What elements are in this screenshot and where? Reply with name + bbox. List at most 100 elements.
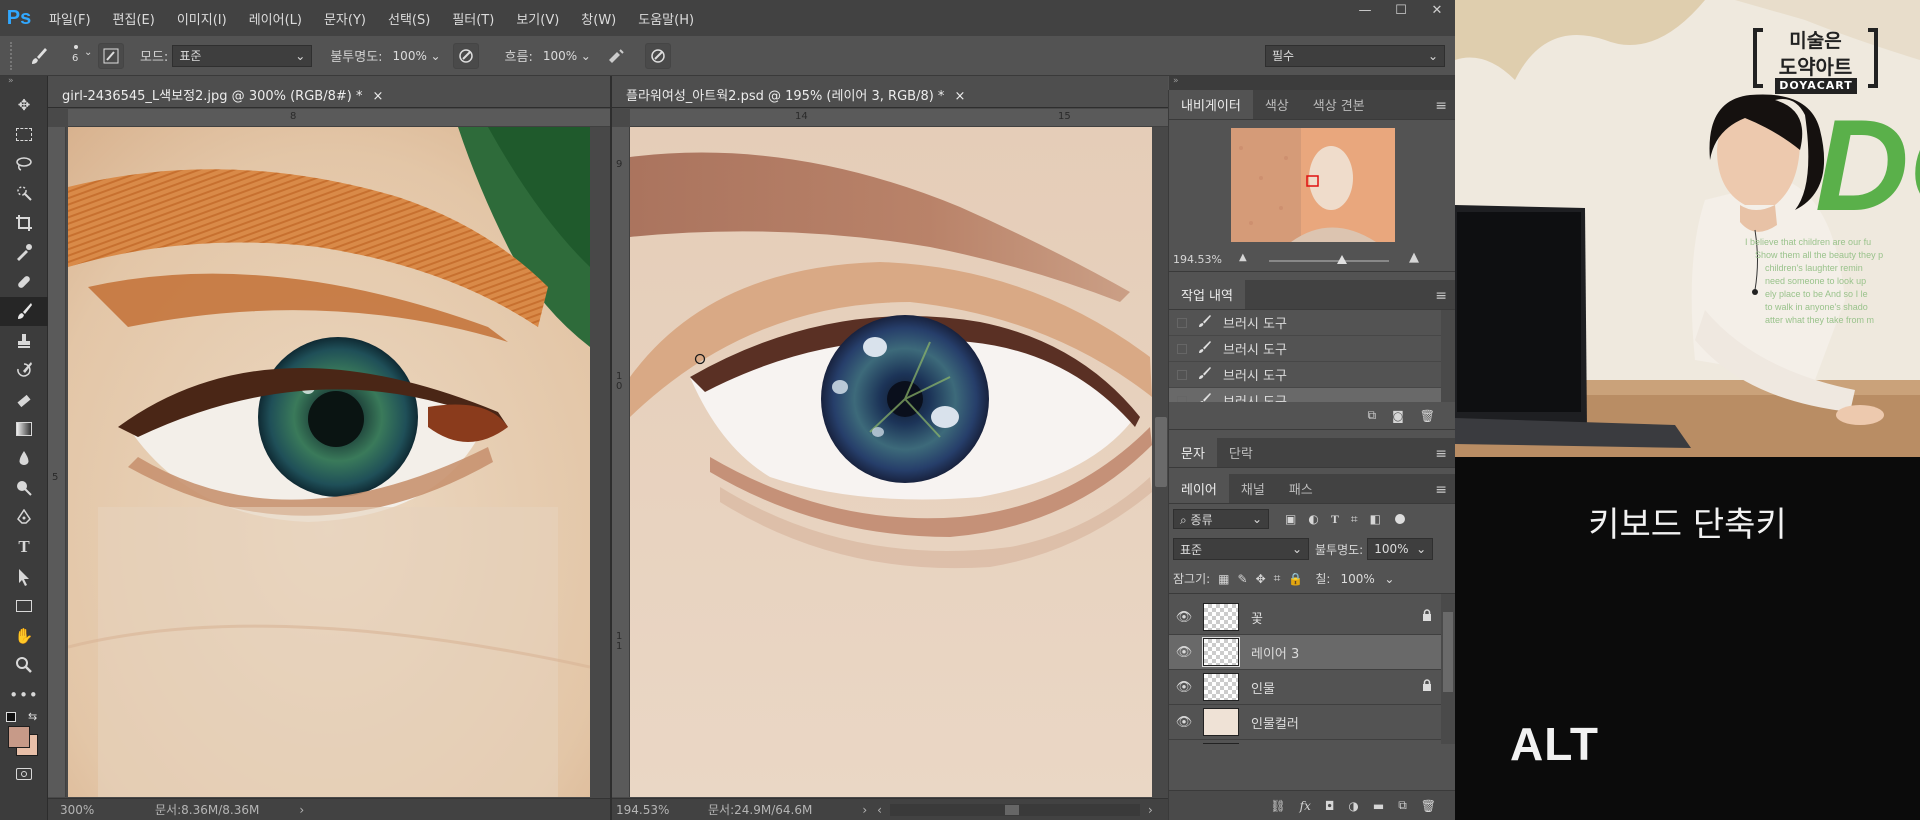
tab-swatches[interactable]: 색상 견본 <box>1301 90 1377 119</box>
brush-tool-icon[interactable] <box>0 296 48 326</box>
close-icon[interactable]: × <box>954 89 965 104</box>
menu-file[interactable]: 파일(F) <box>38 9 102 28</box>
layer-opacity-input[interactable]: 100% ⌄ <box>1367 538 1434 560</box>
dock-collapse-icon[interactable]: » <box>1169 76 1455 90</box>
pen-tool-icon[interactable] <box>0 503 48 533</box>
lock-position-icon[interactable]: ✥ <box>1256 572 1266 586</box>
eraser-tool-icon[interactable] <box>0 385 48 415</box>
tab-layers[interactable]: 레이어 <box>1169 474 1229 503</box>
scrollbar-thumb[interactable] <box>1004 804 1019 815</box>
close-button[interactable]: ✕ <box>1419 0 1455 24</box>
pressure-opacity-icon[interactable] <box>452 42 479 69</box>
zoom-tool-icon[interactable] <box>0 651 48 681</box>
brush-panel-toggle-icon[interactable] <box>98 42 124 69</box>
tab-character[interactable]: 문자 <box>1169 438 1217 467</box>
history-snapshot-checkbox[interactable] <box>1177 343 1187 354</box>
layer-row[interactable]: 👁 꽃 <box>1169 600 1455 635</box>
menu-filter[interactable]: 필터(T) <box>441 9 505 28</box>
panel-menu-icon[interactable]: ≡ <box>1435 446 1447 462</box>
filter-pixel-icon[interactable]: ▣ <box>1285 512 1296 526</box>
filter-toggle-icon[interactable] <box>1394 514 1405 524</box>
zoom-in-icon[interactable]: ▲ <box>1409 250 1419 265</box>
path-selection-tool-icon[interactable] <box>0 562 48 592</box>
layer-row[interactable]: 👁 인물 <box>1169 670 1455 705</box>
hand-tool-icon[interactable]: ✋ <box>0 621 48 651</box>
pressure-size-icon[interactable] <box>644 42 671 69</box>
healing-brush-tool-icon[interactable] <box>0 267 48 297</box>
eye-icon[interactable]: 👁 <box>1169 610 1199 625</box>
history-item[interactable]: 브러시 도구 <box>1169 362 1455 388</box>
quick-mask-icon[interactable] <box>0 760 48 790</box>
opacity-input[interactable]: 100% ⌄ <box>387 45 447 67</box>
trash-icon[interactable]: 🗑 <box>1421 799 1436 813</box>
history-scrollbar[interactable] <box>1441 310 1455 402</box>
doc1-tab[interactable]: girl-2436545_L색보정2.jpg @ 300% (RGB/8#) *… <box>48 76 610 108</box>
filter-adjustment-icon[interactable]: ◐ <box>1308 512 1318 526</box>
menu-layer[interactable]: 레이어(L) <box>238 9 313 28</box>
layer-row[interactable]: 👁 레이어 3 <box>1169 635 1455 670</box>
eye-icon[interactable]: 👁 <box>1169 645 1199 660</box>
doc2-horizontal-scrollbar[interactable] <box>889 803 1140 816</box>
menu-window[interactable]: 창(W) <box>570 9 627 28</box>
rectangle-tool-icon[interactable] <box>0 592 48 622</box>
options-grip[interactable] <box>10 41 16 70</box>
blend-mode-select[interactable]: 표준 ⌄ <box>1173 538 1309 560</box>
history-brush-tool-icon[interactable] <box>0 356 48 386</box>
blur-tool-icon[interactable] <box>0 444 48 474</box>
menu-type[interactable]: 문자(Y) <box>313 9 377 28</box>
menu-image[interactable]: 이미지(I) <box>166 9 238 28</box>
eyedropper-tool-icon[interactable] <box>0 238 48 268</box>
gradient-tool-icon[interactable] <box>0 415 48 445</box>
type-tool-icon[interactable]: T <box>0 533 48 563</box>
more-tools-icon[interactable]: ••• <box>0 680 48 710</box>
fill-input[interactable]: 100% ⌄ <box>1334 568 1400 590</box>
airbrush-icon[interactable] <box>603 43 629 69</box>
zoom-slider[interactable] <box>1269 255 1389 264</box>
chevron-right-icon[interactable]: › <box>299 803 304 817</box>
doc1-vertical-scrollbar[interactable] <box>590 127 610 797</box>
menu-view[interactable]: 보기(V) <box>505 9 570 28</box>
history-snapshot-checkbox[interactable] <box>1177 317 1187 328</box>
lock-transparent-icon[interactable]: ▦ <box>1218 572 1229 586</box>
default-colors-icon[interactable] <box>6 711 16 722</box>
panel-collapse-icon[interactable]: » <box>0 76 47 90</box>
mode-select[interactable]: 표준 ⌄ <box>172 44 313 67</box>
quick-selection-tool-icon[interactable] <box>0 179 48 209</box>
menu-edit[interactable]: 편집(E) <box>102 9 166 28</box>
layers-scrollbar[interactable] <box>1441 594 1455 744</box>
adjustment-layer-icon[interactable]: ◑ <box>1348 799 1358 813</box>
close-icon[interactable]: × <box>372 89 383 104</box>
history-item[interactable]: 브러시 도구 <box>1169 310 1455 336</box>
camera-snapshot-icon[interactable]: ◙ <box>1392 409 1404 423</box>
move-tool-icon[interactable]: ✥ <box>0 90 48 120</box>
crop-tool-icon[interactable] <box>0 208 48 238</box>
layer-row[interactable]: 👁 인물컬러 <box>1169 705 1455 740</box>
add-mask-icon[interactable]: ◘ <box>1325 799 1335 813</box>
history-snapshot-checkbox[interactable] <box>1177 395 1187 402</box>
marquee-tool-icon[interactable] <box>0 120 48 150</box>
doc1-canvas[interactable] <box>68 127 590 797</box>
doc2-zoom-field[interactable]: 194.53% <box>616 803 686 817</box>
layer-row[interactable]: 👁레이어 2 <box>1169 740 1455 744</box>
brush-preset-icon[interactable] <box>26 43 52 69</box>
scrollbar-thumb[interactable] <box>1155 417 1167 487</box>
lock-artboard-icon[interactable]: ⌗ <box>1274 571 1281 586</box>
new-layer-icon[interactable]: ⧉ <box>1398 798 1407 813</box>
fx-icon[interactable]: fx <box>1300 799 1311 813</box>
doc2-tab[interactable]: 플라워여성_아트웍2.psd @ 195% (레이어 3, RGB/8) * × <box>612 76 1168 108</box>
eye-icon[interactable]: 👁 <box>1169 715 1199 730</box>
foreground-color-swatch[interactable] <box>8 725 30 748</box>
menu-select[interactable]: 선택(S) <box>377 9 441 28</box>
scroll-right-icon[interactable]: › <box>1148 803 1153 817</box>
panel-menu-icon[interactable]: ≡ <box>1435 98 1447 114</box>
tab-paragraph[interactable]: 단락 <box>1217 438 1265 467</box>
zoom-out-icon[interactable]: ▲ <box>1239 252 1247 263</box>
maximize-button[interactable]: ☐ <box>1383 0 1419 24</box>
minimize-button[interactable]: — <box>1347 0 1383 24</box>
tab-navigator[interactable]: 내비게이터 <box>1169 90 1253 119</box>
workspace-select[interactable]: 필수 ⌄ <box>1265 44 1445 67</box>
filter-type-icon[interactable]: T <box>1331 512 1339 527</box>
flow-input[interactable]: 100% ⌄ <box>537 45 597 67</box>
new-group-icon[interactable]: ▬ <box>1373 799 1384 813</box>
link-layers-icon[interactable]: ⛓ <box>1270 799 1285 813</box>
